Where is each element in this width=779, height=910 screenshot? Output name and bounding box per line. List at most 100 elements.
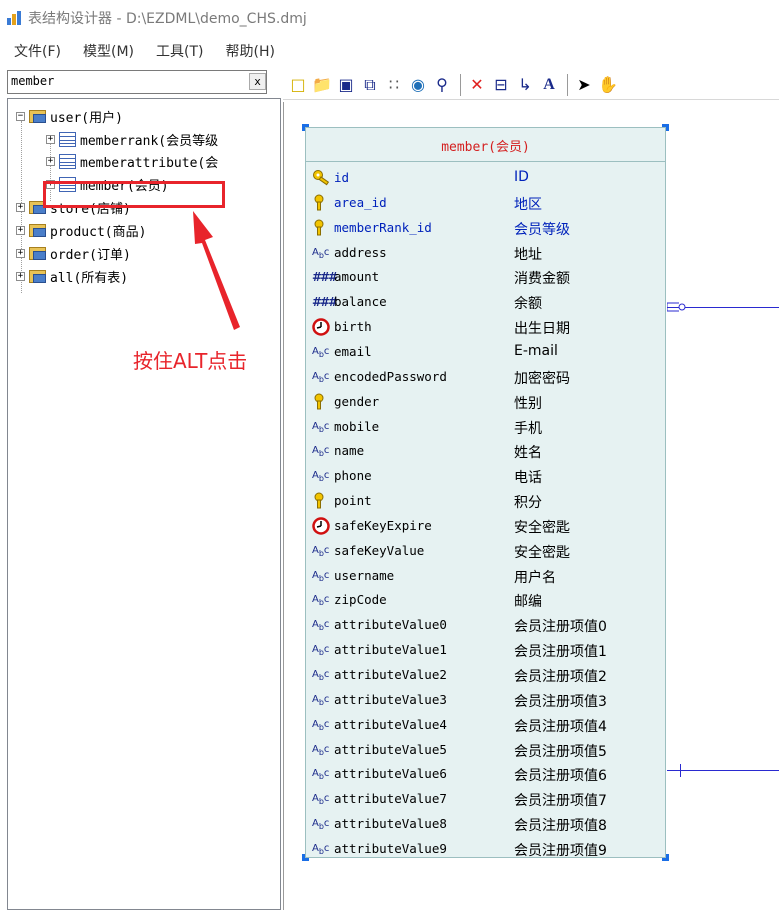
entity-field-row[interactable]: Abc attributeValue4 会员注册项值4 xyxy=(306,713,667,738)
grid-icon[interactable]: ∷ xyxy=(383,74,405,96)
entity-field-row[interactable]: Abc attributeValue6 会员注册项值6 xyxy=(306,762,667,787)
menu-help[interactable]: 帮助(H) xyxy=(225,41,274,61)
entity-field-row[interactable]: Abc address 地址 xyxy=(306,241,667,266)
field-name: attributeValue8 xyxy=(334,816,447,832)
expand-icon[interactable]: + xyxy=(46,134,55,144)
field-name: address xyxy=(334,244,387,260)
field-label: 会员注册项值0 xyxy=(514,619,607,636)
tree-item-memberrank[interactable]: + memberrank(会员等级 xyxy=(46,128,218,150)
toolbar: □ 📁 ▣ ⧉ ∷ ◉ ⚲ ✕ ⊟ ↳ A ➤ ✋ xyxy=(283,70,779,100)
string-icon: Abc xyxy=(312,718,330,732)
field-name: id xyxy=(334,170,350,185)
find-icon[interactable]: ⚲ xyxy=(431,74,453,96)
expand-icon[interactable]: + xyxy=(46,156,55,166)
entity-field-row[interactable]: Abc attributeValue9 会员注册项值9 xyxy=(306,837,667,862)
entity-field-row[interactable]: Abc email E-mail xyxy=(306,340,667,365)
globe-icon[interactable]: ◉ xyxy=(407,74,429,96)
field-name: mobile xyxy=(334,418,380,434)
entity-field-row[interactable]: memberRank_id 会员等级 xyxy=(306,216,667,241)
field-label: ID xyxy=(514,169,529,185)
tree-item-memberattribute[interactable]: + memberattribute(会 xyxy=(46,150,218,172)
text-icon[interactable]: A xyxy=(538,74,560,96)
entity-field-row[interactable]: birth 出生日期 xyxy=(306,315,667,340)
tree-group-all[interactable]: + all(所有表) xyxy=(16,265,128,287)
relation-line[interactable] xyxy=(667,770,779,771)
highlight-box xyxy=(43,181,225,208)
expand-icon[interactable]: + xyxy=(16,271,25,281)
entity-field-row[interactable]: Abc phone 电话 xyxy=(306,464,667,489)
open-folder-icon[interactable]: 📁 xyxy=(311,74,333,96)
field-name: area_id xyxy=(334,194,387,210)
tree-group-label: order(订单) xyxy=(50,247,131,263)
entity-field-row[interactable]: Abc safeKeyValue 安全密匙 xyxy=(306,539,667,564)
menu-file[interactable]: 文件(F) xyxy=(14,41,61,61)
entity-field-row[interactable]: Abc attributeValue5 会员注册项值5 xyxy=(306,738,667,763)
menu-model[interactable]: 模型(M) xyxy=(83,41,134,61)
field-name: gender xyxy=(334,393,380,409)
entity-field-row[interactable]: gender 性别 xyxy=(306,390,667,415)
new-file-icon[interactable]: □ xyxy=(287,74,309,96)
menu-tools[interactable]: 工具(T) xyxy=(156,41,203,61)
entity-field-row[interactable]: Abc attributeValue2 会员注册项值2 xyxy=(306,663,667,688)
expand-icon[interactable]: + xyxy=(16,202,25,212)
tree-group-label: user(用户) xyxy=(50,110,123,126)
field-label: 用户名 xyxy=(514,569,556,586)
field-name: name xyxy=(334,443,365,459)
entity-field-row[interactable]: ### balance 余额 xyxy=(306,290,667,315)
delete-icon[interactable]: ✕ xyxy=(466,74,488,96)
entity-field-row[interactable]: area_id 地区 xyxy=(306,191,667,216)
entity-field-row[interactable]: id ID xyxy=(306,166,667,191)
string-icon: Abc xyxy=(312,569,330,583)
tree-group-order[interactable]: + order(订单) xyxy=(16,242,131,264)
hand-icon[interactable]: ✋ xyxy=(597,74,619,96)
entity-field-row[interactable]: Abc attributeValue8 会员注册项值8 xyxy=(306,812,667,837)
field-name: amount xyxy=(334,269,380,285)
entity-field-row[interactable]: Abc mobile 手机 xyxy=(306,415,667,440)
entity-field-row[interactable]: Abc attributeValue3 会员注册项值3 xyxy=(306,688,667,713)
date-icon xyxy=(312,318,332,336)
entity-field-row[interactable]: Abc attributeValue0 会员注册项值0 xyxy=(306,613,667,638)
tree-group-user[interactable]: − user(用户) xyxy=(16,105,123,127)
expand-icon[interactable]: + xyxy=(16,248,25,258)
crowfoot-icon xyxy=(667,302,686,312)
entity-field-row[interactable]: Abc attributeValue1 会员注册项值1 xyxy=(306,638,667,663)
table-icon[interactable]: ⊟ xyxy=(490,74,512,96)
copy-window-icon[interactable]: ⧉ xyxy=(359,74,381,96)
table-icon xyxy=(59,131,76,147)
string-icon: Abc xyxy=(312,544,330,558)
entity-field-row[interactable]: Abc attributeValue7 会员注册项值7 xyxy=(306,787,667,812)
diagram-canvas[interactable]: member(会员) id ID area_id 地区 memberRank_id 会员等… xyxy=(283,102,779,910)
link-icon[interactable]: ↳ xyxy=(514,74,536,96)
field-label: 出生日期 xyxy=(514,321,570,338)
string-icon: Abc xyxy=(312,470,330,484)
entity-title: member(会员) xyxy=(306,128,665,162)
entity-field-row[interactable]: ### amount 消费金额 xyxy=(306,265,667,290)
fk-key-icon xyxy=(312,219,332,237)
tree-group-product[interactable]: + product(商品) xyxy=(16,219,146,241)
collapse-icon[interactable]: − xyxy=(16,111,25,121)
entity-field-row[interactable]: Abc zipCode 邮编 xyxy=(306,588,667,613)
entity-field-row[interactable]: Abc name 姓名 xyxy=(306,439,667,464)
folder-icon xyxy=(29,245,47,261)
field-label: 会员注册项值1 xyxy=(514,644,607,661)
save-icon[interactable]: ▣ xyxy=(335,74,357,96)
search-clear-button[interactable]: x xyxy=(249,73,266,90)
field-name: attributeValue9 xyxy=(334,840,447,856)
field-name: username xyxy=(334,567,395,583)
table-icon xyxy=(59,153,76,169)
string-icon: Abc xyxy=(312,644,330,658)
search-input[interactable]: member xyxy=(7,70,267,94)
entity-field-row[interactable]: point 积分 xyxy=(306,489,667,514)
pointer-icon[interactable]: ➤ xyxy=(573,74,595,96)
field-label: 会员注册项值4 xyxy=(514,718,607,735)
entity-field-row[interactable]: Abc encodedPassword 加密密码 xyxy=(306,365,667,390)
field-name: attributeValue3 xyxy=(334,691,447,707)
entity-member[interactable]: member(会员) id ID area_id 地区 memberRank_id 会员等… xyxy=(305,127,667,859)
entity-field-row[interactable]: Abc username 用户名 xyxy=(306,564,667,589)
field-label: 会员等级 xyxy=(514,221,570,238)
field-label: 会员注册项值8 xyxy=(514,818,607,835)
entity-field-row[interactable]: safeKeyExpire 安全密匙 xyxy=(306,514,667,539)
expand-icon[interactable]: + xyxy=(16,225,25,235)
number-icon: ### xyxy=(312,295,338,310)
string-icon: Abc xyxy=(312,669,330,682)
